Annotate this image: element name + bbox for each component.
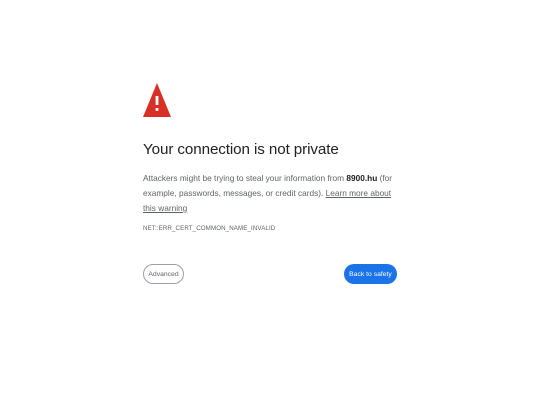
- warning-triangle-icon: [143, 83, 171, 117]
- error-code: NET::ERR_CERT_COMMON_NAME_INVALID: [143, 225, 276, 232]
- back-to-safety-button[interactable]: Back to safety: [344, 264, 397, 284]
- page-title: Your connection is not private: [143, 141, 339, 158]
- message-text: Attackers might be trying to steal your …: [143, 173, 347, 183]
- warning-message: Attackers might be trying to steal your …: [143, 171, 397, 216]
- advanced-button[interactable]: Advanced: [143, 264, 184, 284]
- domain-name: 8900.hu: [346, 173, 378, 183]
- interstitial-content: Your connection is not private Attackers…: [143, 83, 397, 232]
